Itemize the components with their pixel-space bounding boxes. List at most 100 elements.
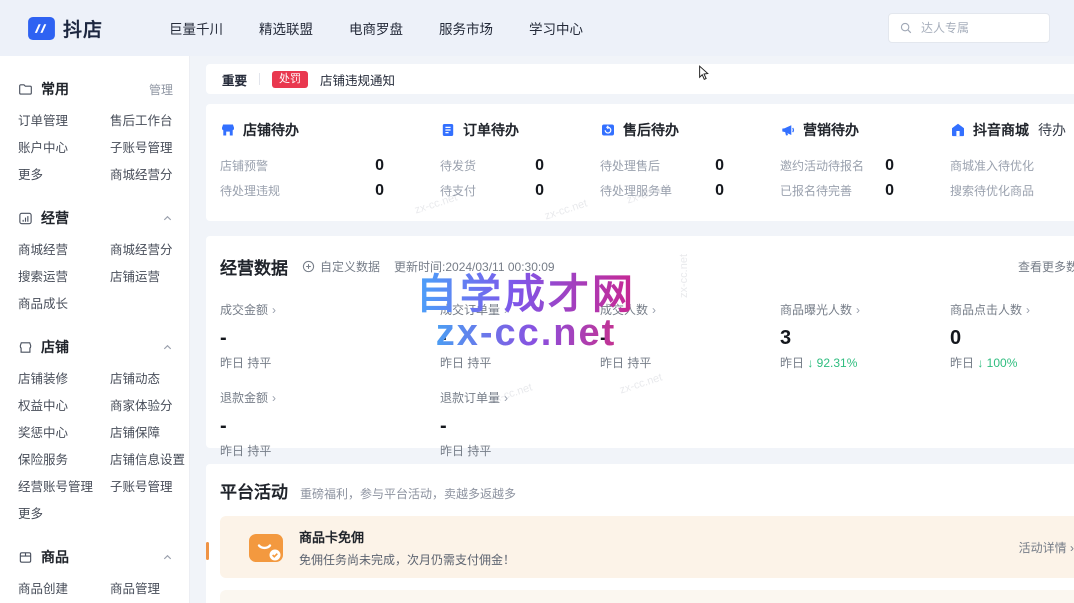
todo-item-label[interactable]: 待处理违规 [220, 182, 280, 199]
todo-card-header: 店铺待办 [220, 120, 440, 140]
todo-item-value: 0 [375, 157, 384, 175]
sidebar-item[interactable]: 商品成长 [18, 291, 104, 318]
product-card-commission-icon [246, 529, 286, 565]
shop-icon [18, 340, 33, 355]
todo-item-value: 0 [885, 157, 894, 175]
stat-label-link[interactable]: 成交人数› [600, 301, 656, 318]
carousel-indicator-bar [206, 542, 209, 560]
nav-item-4[interactable]: 学习中心 [529, 18, 583, 38]
stat-value: - [220, 416, 440, 436]
todo-item-label[interactable]: 邀约活动待报名 [780, 157, 864, 174]
sidebar-item[interactable]: 子账号管理 [110, 135, 181, 162]
update-time: 更新时间:2024/03/11 00:30:09 [394, 258, 555, 275]
nav-item-2[interactable]: 电商罗盘 [349, 18, 403, 38]
sidebar-item[interactable]: 商家体验分 [110, 393, 185, 420]
sidebar-section-header-shangpin: 商品 [18, 544, 181, 570]
banner-desc: 免佣任务尚未完成，次月仍需支付佣金！ [299, 551, 515, 568]
todo-card-header: 营销待办 [780, 120, 950, 140]
stat-label-link[interactable]: 退款订单量› [440, 389, 508, 406]
stat-trend: 昨日 持平 [220, 354, 440, 371]
todo-item-value: 0 [535, 157, 544, 175]
todo-item-label[interactable]: 待支付 [440, 182, 476, 199]
sidebar-item[interactable]: 店铺保障 [110, 420, 185, 447]
punishment-badge: 处罚 [272, 71, 308, 88]
business-data-card: 经营数据 自定义数据 更新时间:2024/03/11 00:30:09 查看更多… [206, 236, 1074, 448]
stat-成交人数: 成交人数›-昨日 持平 [600, 301, 780, 371]
stat-label-link[interactable]: 商品点击人数› [950, 301, 1030, 318]
logo[interactable]: 抖店 [28, 15, 103, 42]
sidebar-item[interactable]: 商城经营分 [110, 237, 181, 264]
mall-icon [950, 122, 966, 138]
sidebar-item[interactable]: 商城经营 [18, 237, 104, 264]
todo-item-label[interactable]: 搜索待优化商品 [950, 182, 1034, 199]
stat-trend: 昨日 持平 [440, 354, 600, 371]
sidebar-item[interactable]: 搜索运营 [18, 264, 104, 291]
search-box[interactable] [888, 13, 1050, 43]
activity-detail-link[interactable]: 活动详情 › [1019, 539, 1074, 556]
sidebar-item[interactable]: 经营账号管理 [18, 474, 104, 501]
main-content: 重要 处罚 店铺违规通知 店铺待办店铺预警0待处理违规0订单待办待发货0待支付0… [190, 56, 1074, 603]
todo-item-label[interactable]: 待处理服务单 [600, 182, 672, 199]
sidebar-section-title[interactable]: 经营 [41, 208, 69, 228]
sidebar-item[interactable]: 保险服务 [18, 447, 104, 474]
sidebar-section-title[interactable]: 商品 [41, 547, 69, 567]
commission-free-banner[interactable]: 商品卡免佣 免佣任务尚未完成，次月仍需支付佣金！ 活动详情 › [220, 516, 1074, 578]
stat-label-link[interactable]: 成交订单量› [440, 301, 508, 318]
todo-item: 待发货 0 [440, 153, 600, 178]
todo-item-value: 0 [885, 182, 894, 200]
custom-data-button[interactable]: 自定义数据 [302, 258, 380, 275]
todo-item-label[interactable]: 已报名待完善 [780, 182, 852, 199]
banner-title: 商品卡免佣 [299, 527, 515, 546]
box-icon [18, 550, 33, 565]
sidebar-item[interactable]: 更多 [18, 501, 104, 528]
nav-item-0[interactable]: 巨量千川 [169, 18, 223, 38]
sidebar-item[interactable]: 订单管理 [18, 108, 104, 135]
todo-item: 待支付 0 [440, 178, 600, 203]
circle-plus-icon [302, 260, 315, 273]
sidebar-item[interactable]: 店铺装修 [18, 366, 104, 393]
stat-trend: 昨日 ↓ 92.31% [780, 354, 950, 371]
publish-task-row: 发布非重复铺货的在售商品≥2个 进商机中心，看市场潜在机会商品 去发布 [220, 590, 1074, 603]
todo-item-label[interactable]: 待处理售后 [600, 157, 660, 174]
sidebar-manage-link[interactable]: 管理 [149, 81, 173, 98]
stat-成交订单量: 成交订单量› - 昨日 持平 [440, 301, 600, 371]
stat-value: 0 [950, 328, 1074, 348]
business-data-header: 经营数据 自定义数据 更新时间:2024/03/11 00:30:09 [220, 254, 1074, 279]
sidebar-item[interactable]: 账户中心 [18, 135, 104, 162]
sidebar-item[interactable]: 商品创建 [18, 576, 104, 603]
todo-item-label[interactable]: 待发货 [440, 157, 476, 174]
stat-value: - [440, 328, 600, 348]
sidebar-item[interactable]: 权益中心 [18, 393, 104, 420]
todo-item-value: 0 [375, 182, 384, 200]
sidebar-item[interactable]: 奖惩中心 [18, 420, 104, 447]
violation-notice-link[interactable]: 店铺违规通知 [320, 70, 395, 89]
stat-label-link[interactable]: 成交金额› [220, 301, 276, 318]
stats-row-2: 退款金额›-昨日 持平退款订单量›-昨日 持平 [220, 389, 1074, 459]
todo-item-label[interactable]: 商城准入待优化 [950, 157, 1034, 174]
nav-item-3[interactable]: 服务市场 [439, 18, 493, 38]
stat-成交金额: 成交金额›-昨日 持平 [220, 301, 440, 371]
search-input[interactable] [919, 20, 1039, 36]
trend-down-indicator: ↓ 92.31% [807, 356, 857, 370]
sidebar-section-header-changyong: 常用 管理 [18, 76, 181, 102]
business-data-title: 经营数据 [220, 254, 288, 279]
sidebar-item[interactable]: 子账号管理 [110, 474, 185, 501]
stat-label-link[interactable]: 商品曝光人数› [780, 301, 860, 318]
todo-item-label[interactable]: 店铺预警 [220, 157, 268, 174]
sidebar-section-title[interactable]: 常用 [41, 79, 69, 99]
sidebar-item[interactable]: 商品管理 [110, 576, 181, 603]
sidebar: 常用管理订单管理售后工作台账户中心子账号管理更多商城经营分经营商城经营商城经营分… [0, 56, 190, 603]
sidebar-item[interactable]: 更多 [18, 162, 104, 189]
view-more-data-link[interactable]: 查看更多数据 [1018, 258, 1074, 275]
todo-item-value: 0 [535, 182, 544, 200]
nav-item-1[interactable]: 精选联盟 [259, 18, 313, 38]
stat-trend: 昨日 持平 [440, 442, 600, 459]
sidebar-section-changyong: 常用 管理订单管理售后工作台账户中心子账号管理更多商城经营分 [18, 76, 181, 189]
sidebar-item[interactable]: 店铺运营 [110, 264, 181, 291]
sidebar-item[interactable]: 商城经营分 [110, 162, 181, 189]
stat-label-link[interactable]: 退款金额› [220, 389, 276, 406]
sidebar-item[interactable]: 店铺信息设置 [110, 447, 185, 474]
sidebar-item[interactable]: 售后工作台 [110, 108, 181, 135]
sidebar-item[interactable]: 店铺动态 [110, 366, 185, 393]
sidebar-section-title[interactable]: 店铺 [41, 337, 69, 357]
